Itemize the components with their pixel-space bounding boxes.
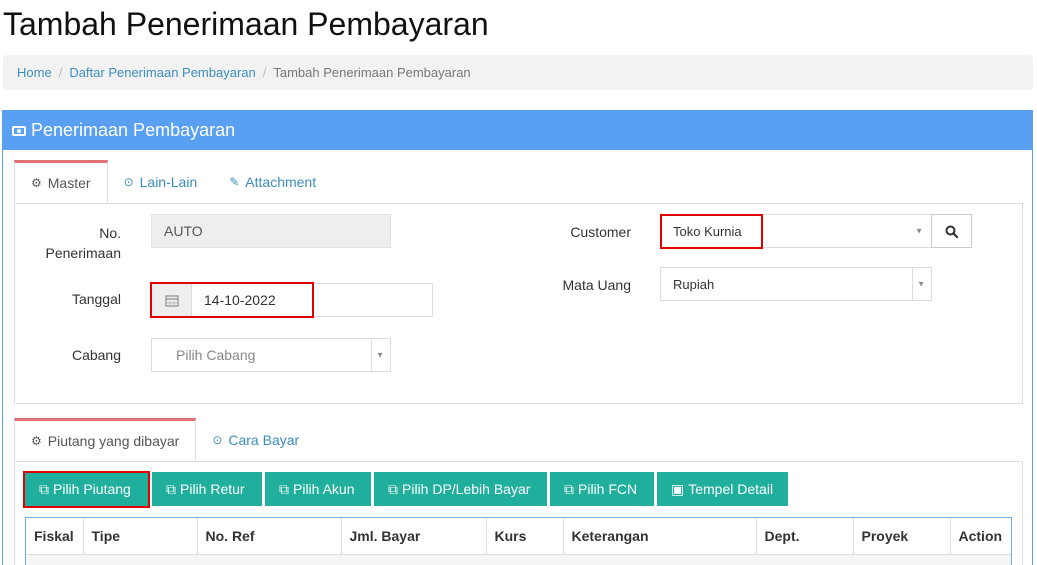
tanggal-highlight xyxy=(150,282,314,318)
tab-lain-lain[interactable]: ⊙ Lain-Lain xyxy=(108,160,214,203)
detail-table: Fiskal Tipe No. Ref Jml. Bayar Kurs Kete… xyxy=(26,518,1011,555)
customer-highlight xyxy=(660,214,763,249)
breadcrumb: Home / Daftar Penerimaan Pembayaran / Ta… xyxy=(3,55,1033,90)
pilih-akun-button[interactable]: ⧉ Pilih Akun xyxy=(265,472,371,506)
panel-title: Penerimaan Pembayaran xyxy=(31,119,236,140)
tempel-detail-button[interactable]: ▣ Tempel Detail xyxy=(657,472,788,506)
tab-cara-bayar[interactable]: ⊙ Cara Bayar xyxy=(196,418,315,461)
tab-label: Master xyxy=(47,174,91,191)
tab-label: Lain-Lain xyxy=(139,173,198,190)
column-header[interactable]: Fiskal xyxy=(26,518,84,555)
mata-uang-select[interactable]: Rupiah ▼ xyxy=(660,267,932,301)
cabang-label: Cabang xyxy=(71,347,121,363)
no-penerimaan-label: No. Penerimaan xyxy=(33,223,122,263)
tab-label: Piutang yang dibayar xyxy=(47,432,180,449)
button-label: Pilih Retur xyxy=(180,481,245,497)
paperclip-icon: ✎ xyxy=(229,174,240,189)
tanggal-label: Tanggal xyxy=(71,291,121,307)
page-title: Tambah Penerimaan Pembayaran xyxy=(3,6,489,42)
customer-search-button[interactable] xyxy=(931,214,972,248)
tab-label: Cara Bayar xyxy=(228,431,300,448)
breadcrumb-daftar[interactable]: Daftar Penerimaan Pembayaran xyxy=(69,65,255,80)
column-header[interactable]: Proyek xyxy=(853,518,951,555)
panel-header: Penerimaan Pembayaran xyxy=(2,110,1033,150)
copy-icon: ⧉ xyxy=(166,480,176,497)
gears-icon: ⚙ xyxy=(31,175,42,190)
copy-icon: ⧉ xyxy=(388,480,398,497)
cabang-select[interactable]: Pilih Cabang ▼ xyxy=(151,338,391,372)
breadcrumb-home[interactable]: Home xyxy=(17,65,52,80)
no-penerimaan-value: AUTO xyxy=(164,223,203,239)
column-header[interactable]: No. Ref xyxy=(197,518,342,555)
money-icon xyxy=(12,126,26,136)
column-header[interactable]: Keterangan xyxy=(563,518,757,555)
mata-uang-label: Mata Uang xyxy=(562,277,631,293)
cabang-placeholder: Pilih Cabang xyxy=(176,347,256,363)
button-label: Pilih Akun xyxy=(293,481,355,497)
search-icon xyxy=(945,225,958,238)
button-label: Pilih DP/Lebih Bayar xyxy=(402,481,531,497)
select-divider xyxy=(912,268,913,300)
column-header[interactable]: Dept. xyxy=(756,518,854,555)
chevron-down-icon: ▼ xyxy=(915,226,923,236)
customer-label: Customer xyxy=(570,224,631,240)
pilih-fcn-button[interactable]: ⧉ Pilih FCN xyxy=(550,472,654,506)
button-label: Pilih FCN xyxy=(578,481,638,497)
column-header[interactable]: Action xyxy=(950,518,1011,555)
mata-uang-value: Rupiah xyxy=(673,276,715,292)
copy-icon: ⧉ xyxy=(279,480,289,497)
label-line: Penerimaan xyxy=(45,245,122,261)
chevron-down-icon: ▼ xyxy=(376,350,384,360)
column-header[interactable]: Kurs xyxy=(486,518,564,555)
tab-label: Attachment xyxy=(245,173,317,190)
column-header[interactable]: Jml. Bayar xyxy=(341,518,487,555)
paste-icon: ▣ xyxy=(671,480,685,497)
no-penerimaan-field: AUTO xyxy=(151,214,391,248)
breadcrumb-current: Tambah Penerimaan Pembayaran xyxy=(273,65,471,80)
breadcrumb-separator: / xyxy=(262,65,267,80)
check-circle-icon: ⊙ xyxy=(123,174,134,189)
table-empty-row xyxy=(26,555,1011,565)
pilih-piutang-highlight xyxy=(23,471,150,508)
pilih-retur-button[interactable]: ⧉ Pilih Retur xyxy=(152,472,262,506)
detail-table-frame: Fiskal Tipe No. Ref Jml. Bayar Kurs Kete… xyxy=(25,517,1012,565)
column-header[interactable]: Tipe xyxy=(83,518,198,555)
check-circle-icon: ⊙ xyxy=(212,432,223,447)
button-label: Tempel Detail xyxy=(688,481,774,497)
master-tabs: ⚙ Master ⊙ Lain-Lain ✎ Attachment xyxy=(14,160,332,203)
gears-icon: ⚙ xyxy=(31,433,42,448)
detail-tabs: ⚙ Piutang yang dibayar ⊙ Cara Bayar xyxy=(14,418,315,461)
copy-icon: ⧉ xyxy=(564,480,574,497)
tab-master[interactable]: ⚙ Master xyxy=(14,160,108,203)
label-line: No. xyxy=(99,225,121,241)
chevron-down-icon: ▼ xyxy=(917,279,925,289)
payment-panel: Penerimaan Pembayaran ⚙ Master ⊙ Lain-La… xyxy=(2,110,1033,565)
tab-piutang[interactable]: ⚙ Piutang yang dibayar xyxy=(14,418,197,461)
tab-attachment[interactable]: ✎ Attachment xyxy=(213,160,332,203)
table-header-row: Fiskal Tipe No. Ref Jml. Bayar Kurs Kete… xyxy=(26,518,1011,555)
breadcrumb-separator: / xyxy=(58,65,63,80)
select-divider xyxy=(371,339,372,371)
pilih-dp-button[interactable]: ⧉ Pilih DP/Lebih Bayar xyxy=(374,472,547,506)
